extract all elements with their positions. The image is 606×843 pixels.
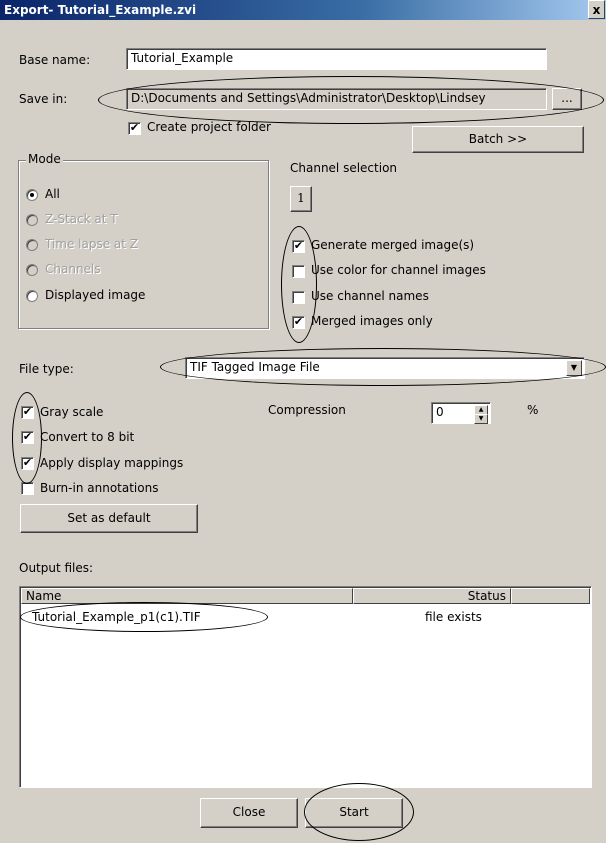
checkmark-icon: ✔ <box>22 430 33 443</box>
mode-radio-time-lapse <box>26 239 38 251</box>
output-file-name[interactable]: Tutorial_Example_p1(c1).TIF <box>32 610 201 624</box>
close-button[interactable]: Close <box>200 798 298 828</box>
checkmark-icon: ✔ <box>293 239 304 252</box>
column-header-status-label: Status <box>467 589 506 603</box>
mode-radio-displayed-image[interactable] <box>26 290 38 302</box>
spin-down-icon[interactable]: ▼ <box>474 414 488 424</box>
window-title: Export- Tutorial_Example.zvi <box>4 3 197 17</box>
base-name-label: Base name: <box>19 53 91 67</box>
checkmark-icon: ✔ <box>22 456 33 469</box>
start-button[interactable]: Start <box>305 798 403 828</box>
column-header-status[interactable]: Status <box>353 588 511 604</box>
create-project-folder-checkbox[interactable]: ✔ <box>128 122 141 135</box>
channel-selection-label: Channel selection <box>290 161 398 175</box>
generate-merged-checkbox[interactable]: ✔ <box>292 240 305 253</box>
apply-display-mappings-checkbox[interactable]: ✔ <box>21 457 34 470</box>
use-channel-names-label: Use channel names <box>311 289 429 303</box>
file-type-select[interactable]: TIF Tagged Image File <box>185 357 585 379</box>
mode-label-time-lapse: Time lapse at Z <box>45 237 139 251</box>
use-color-checkbox[interactable] <box>292 265 305 278</box>
close-icon: x <box>592 3 601 17</box>
base-name-input[interactable]: Tutorial_Example <box>126 48 547 70</box>
gray-scale-checkbox[interactable]: ✔ <box>21 406 34 419</box>
mode-label-displayed-image: Displayed image <box>45 288 146 302</box>
merged-only-label: Merged images only <box>311 314 433 328</box>
mode-group-title: Mode <box>26 152 63 166</box>
column-header-filler <box>511 588 590 604</box>
output-files-label: Output files: <box>19 561 94 575</box>
file-type-value: TIF Tagged Image File <box>190 360 320 374</box>
channel-1-button[interactable]: 1 <box>290 186 312 212</box>
convert-8-bit-label: Convert to 8 bit <box>40 430 135 444</box>
output-file-status: file exists <box>425 610 482 624</box>
mode-radio-z-stack <box>26 214 38 226</box>
mode-label-z-stack: Z-Stack at T <box>45 212 118 226</box>
batch-button[interactable]: Batch >> <box>412 126 584 153</box>
mode-label-all: All <box>45 187 60 201</box>
use-channel-names-checkbox[interactable] <box>292 291 305 304</box>
burn-in-annotations-checkbox[interactable] <box>21 482 34 495</box>
save-in-label: Save in: <box>19 92 68 106</box>
compression-label: Compression <box>268 403 346 417</box>
checkmark-icon: ✔ <box>293 315 304 328</box>
checkmark-icon: ✔ <box>129 121 140 134</box>
compression-unit: % <box>527 403 539 417</box>
compression-value: 0 <box>436 405 444 419</box>
save-in-path-field[interactable]: D:\Documents and Settings\Administrator\… <box>126 88 547 110</box>
burn-in-annotations-label: Burn-in annotations <box>40 481 159 495</box>
generate-merged-label: Generate merged image(s) <box>311 238 475 252</box>
browse-button[interactable]: ... <box>552 88 582 110</box>
mode-radio-channels <box>26 264 38 276</box>
chevron-down-icon[interactable]: ▼ <box>566 360 582 376</box>
gray-scale-label: Gray scale <box>40 405 104 419</box>
file-type-label: File type: <box>19 362 74 376</box>
merged-only-checkbox[interactable]: ✔ <box>292 316 305 329</box>
apply-display-mappings-label: Apply display mappings <box>40 456 184 470</box>
mode-label-channels: Channels <box>45 262 101 276</box>
set-as-default-button[interactable]: Set as default <box>20 504 198 533</box>
mode-radio-all[interactable] <box>26 189 38 201</box>
column-header-name-label: Name <box>26 589 62 603</box>
title-bar: Export- Tutorial_Example.zvi <box>0 0 606 20</box>
column-header-name[interactable]: Name <box>21 588 353 604</box>
use-color-label: Use color for channel images <box>311 263 486 277</box>
close-window-button[interactable]: x <box>588 0 605 19</box>
convert-8-bit-checkbox[interactable]: ✔ <box>21 431 34 444</box>
create-project-folder-label: Create project folder <box>147 120 271 134</box>
checkmark-icon: ✔ <box>22 405 33 418</box>
